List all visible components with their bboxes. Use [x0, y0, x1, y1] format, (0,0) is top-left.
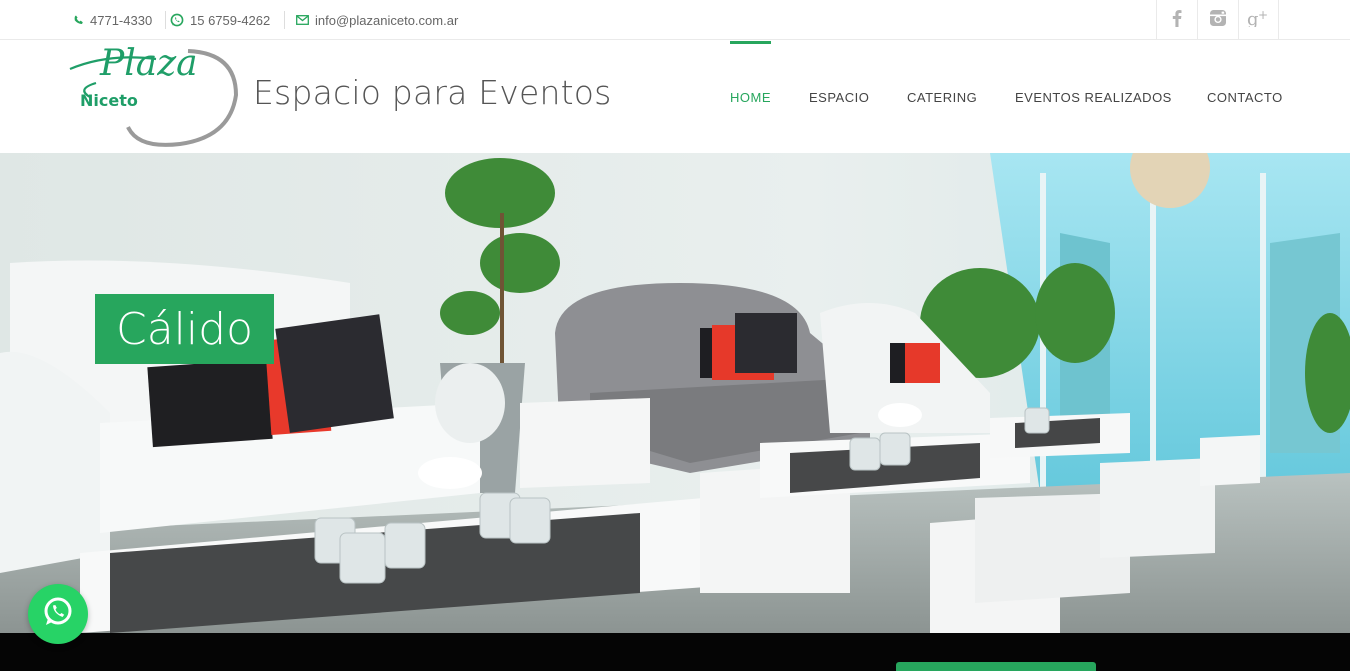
nav-catering[interactable]: CATERING — [907, 41, 977, 153]
divider — [284, 11, 285, 29]
whatsapp-float-button[interactable] — [28, 584, 88, 644]
nav-espacio[interactable]: ESPACIO — [809, 41, 869, 153]
hero-slider[interactable]: Cálido — [0, 153, 1350, 633]
plaza-niceto-logo[interactable]: Plaza Niceto — [68, 43, 240, 149]
logo-text-niceto: Niceto — [80, 91, 138, 110]
facebook-icon — [1172, 9, 1182, 32]
phone-number: 4771-4330 — [90, 12, 153, 28]
divider — [165, 11, 166, 29]
facebook-link[interactable] — [1156, 0, 1197, 40]
envelope-icon — [296, 15, 309, 25]
bottom-strip — [0, 633, 1350, 671]
whatsapp-number: 15 6759-4262 — [190, 12, 271, 28]
phone-contact[interactable]: 4771-4330 — [74, 0, 152, 40]
bottom-cta-button[interactable] — [896, 662, 1096, 671]
nav-eventos-realizados[interactable]: EVENTOS REALIZADOS — [1015, 41, 1172, 153]
whatsapp-contact[interactable]: 15 6759-4262 — [170, 0, 270, 40]
instagram-icon — [1209, 9, 1227, 32]
email-contact[interactable]: info@plazaniceto.com.ar — [296, 0, 458, 40]
whatsapp-icon — [170, 13, 184, 27]
google-plus-link[interactable]: g + — [1238, 0, 1279, 40]
logo-text-plaza: Plaza — [100, 43, 198, 84]
instagram-link[interactable] — [1197, 0, 1238, 40]
hero-caption: Cálido — [95, 294, 274, 364]
phone-icon — [74, 15, 84, 25]
nav-home[interactable]: HOME — [730, 41, 771, 153]
top-bar: 4771-4330 15 6759-4262 info@plazaniceto.… — [0, 0, 1350, 40]
svg-text:g: g — [1247, 9, 1259, 27]
hero-image — [0, 153, 1350, 633]
site-header: Plaza Niceto Espacio para Eventos HOME E… — [0, 41, 1350, 153]
google-plus-icon: g + — [1247, 8, 1271, 32]
svg-text:+: + — [1258, 9, 1268, 22]
nav-contacto[interactable]: CONTACTO — [1207, 41, 1283, 153]
site-tagline: Espacio para Eventos — [253, 73, 612, 112]
email-address: info@plazaniceto.com.ar — [315, 12, 459, 28]
whatsapp-icon — [41, 595, 75, 634]
